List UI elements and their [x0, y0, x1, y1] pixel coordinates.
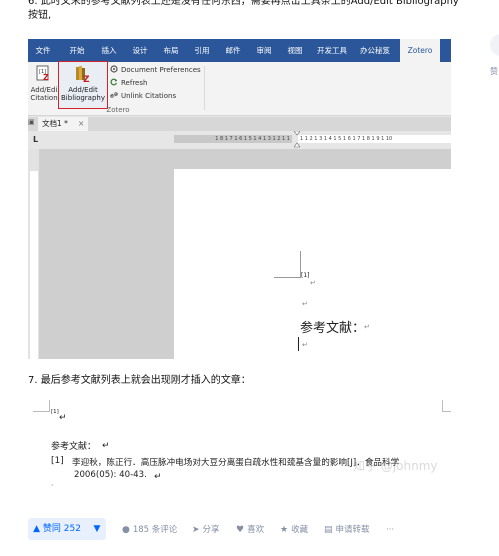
document-page: [1] ↵ ↵ 参考文献： ↵ ↵ 知乎 @johnmy [174, 169, 451, 359]
unlink-icon [110, 91, 118, 99]
reference-entry: 李迎秋，陈正行．高压脉冲电场对大豆分离蛋白疏水性和巯基含量的影响[J]．食品科学 [72, 458, 400, 468]
reference-number: [1] [51, 456, 64, 466]
add-citation-label-1[interactable]: Add/Edi [28, 86, 60, 94]
tab-office-tips[interactable]: 办公秘笈 [356, 39, 394, 62]
ribbon-group-label: Zotero [106, 106, 130, 114]
bibliography-heading: 参考文献： [51, 442, 97, 452]
vertical-ruler-track [30, 171, 38, 359]
svg-text:Z: Z [83, 75, 90, 83]
tab-developer[interactable]: 开发工具 [313, 39, 351, 62]
text-cursor [298, 337, 299, 351]
floating-like-button[interactable] [490, 34, 499, 56]
upvote-button[interactable]: ▲ 赞同 252 [28, 518, 86, 540]
paragraph-mark: ↵ [302, 341, 308, 349]
ribbon-body: [1] Z Add/Edi Citation Z Add/Edit Biblio… [28, 61, 451, 116]
document-preferences-button[interactable]: Document Preferences [110, 64, 201, 76]
paragraph-mark: ↵ [310, 279, 316, 287]
refresh-label: Refresh [121, 79, 148, 87]
upvote-label: 赞同 252 [42, 524, 81, 534]
ruler-text-area: 1 1 2 1 3 1 4 1 5 1 6 1 7 1 8 1 9 1 10 [298, 135, 451, 143]
floating-like-label: 赞 [490, 67, 498, 76]
paragraph-mark: ‚ [51, 479, 54, 487]
comments-button[interactable]: ● 185 条评论 [122, 522, 177, 538]
tab-file[interactable]: 文件 [30, 39, 56, 62]
paragraph-mark: ↵ [364, 323, 370, 331]
citation-marker: [1] [301, 272, 310, 279]
horizontal-ruler: L 1 8 1 7 1 6 1 5 1 4 1 3 1 2 1 1 1 1 2 … [28, 130, 451, 148]
paragraph-mark: ↵ [302, 300, 308, 308]
tab-home[interactable]: 开始 [64, 39, 90, 62]
tab-stop-selector[interactable]: L [33, 135, 38, 144]
watermark: 知乎 @johnmy [353, 459, 438, 473]
tab-insert[interactable]: 插入 [96, 39, 122, 62]
unlink-citations-label: Unlink Citations [121, 92, 177, 100]
apply-repost-button[interactable]: ▤ 申请转载 [324, 522, 370, 538]
tab-zotero[interactable]: Zotero [400, 39, 440, 62]
gear-icon [110, 65, 118, 73]
share-icon: ➤ [192, 525, 200, 535]
comment-icon: ● [122, 525, 130, 535]
close-icon[interactable]: × [78, 117, 84, 131]
add-bibliography-icon: Z [75, 65, 91, 85]
document-tab-bar: ▣ 文档1 * × [28, 117, 451, 131]
tab-mailings[interactable]: 邮件 [220, 39, 246, 62]
word-screenshot: 文件 开始 插入 设计 布局 引用 邮件 审阅 视图 开发工具 办公秘笈 Zot… [28, 39, 451, 359]
refresh-button[interactable]: Refresh [110, 77, 147, 89]
watermark: 知乎 @johnmy [354, 334, 439, 348]
indent-marker[interactable] [293, 130, 301, 148]
refresh-icon [110, 78, 118, 86]
step7-text: 7. 最后参考文献列表上就会出现刚才插入的文章： [28, 375, 251, 386]
reference-entry-cont: 2006(05): 40-43. [74, 470, 147, 480]
more-button[interactable]: ··· [386, 522, 394, 538]
document-icon: ▣ [28, 118, 35, 126]
document-tab-label: 文档1 * [42, 119, 68, 128]
ribbon-group-divider [204, 66, 205, 110]
downvote-button[interactable]: ▼ [88, 518, 106, 540]
crop-mark [274, 277, 301, 278]
paragraph-mark: ↵ [154, 472, 162, 482]
vote-group: ▲ 赞同 252 ▼ [28, 518, 106, 540]
heart-icon: ♥ [236, 525, 245, 535]
like-label: 喜欢 [247, 525, 265, 535]
upvote-arrow-icon: ▲ [33, 524, 40, 534]
like-button[interactable]: ♥ 喜欢 [236, 522, 264, 538]
share-button[interactable]: ➤ 分享 [192, 522, 220, 538]
ruler-margin-left: 1 8 1 7 1 6 1 5 1 4 1 3 1 2 1 1 [174, 135, 292, 143]
share-label: 分享 [202, 525, 220, 535]
crop-mark [33, 411, 50, 412]
repost-icon: ▤ [324, 525, 333, 535]
favorite-label: 收藏 [291, 525, 309, 535]
vertical-ruler [28, 149, 40, 359]
svg-text:Z: Z [43, 73, 49, 82]
crop-mark [49, 400, 50, 412]
comments-label: 185 条评论 [132, 525, 178, 535]
citation-marker: [1] [51, 409, 59, 415]
downvote-arrow-icon: ▼ [93, 524, 101, 534]
step6-text: 6. 此时文末的参考文献列表上还是没有任何东西，需要再点击上具条上的Add/Ed… [28, 0, 459, 7]
tab-layout[interactable]: 布局 [158, 39, 184, 62]
apply-repost-label: 申请转载 [335, 525, 370, 535]
bibliography-screenshot: [1] ↵ 参考文献： ↵ [1] 李迎秋，陈正行．高压脉冲电场对大豆分离蛋白疏… [28, 397, 451, 507]
document-preferences-label: Document Preferences [121, 66, 201, 74]
tab-document1[interactable]: 文档1 * × [38, 117, 88, 131]
tab-view[interactable]: 视图 [282, 39, 308, 62]
tab-references[interactable]: 引用 [189, 39, 215, 62]
tab-review[interactable]: 审阅 [251, 39, 277, 62]
tab-design[interactable]: 设计 [127, 39, 153, 62]
favorite-button[interactable]: ★ 收藏 [280, 522, 308, 538]
paragraph-mark: ↵ [102, 441, 110, 451]
step6-text-cont: 按钮, [28, 10, 52, 21]
add-citation-icon: [1] Z [36, 65, 51, 82]
star-icon: ★ [280, 525, 289, 535]
crop-mark [442, 411, 451, 412]
add-citation-label-2[interactable]: Citation [28, 94, 60, 102]
ribbon-tab-bar: 文件 开始 插入 设计 布局 引用 邮件 审阅 视图 开发工具 办公秘笈 Zot… [28, 39, 451, 62]
add-bibliography-label-1: Add/Edit [68, 86, 98, 94]
add-bibliography-label-2: Bibliography [61, 94, 105, 102]
paragraph-mark: ↵ [59, 413, 67, 423]
unlink-citations-button[interactable]: Unlink Citations [110, 90, 176, 102]
